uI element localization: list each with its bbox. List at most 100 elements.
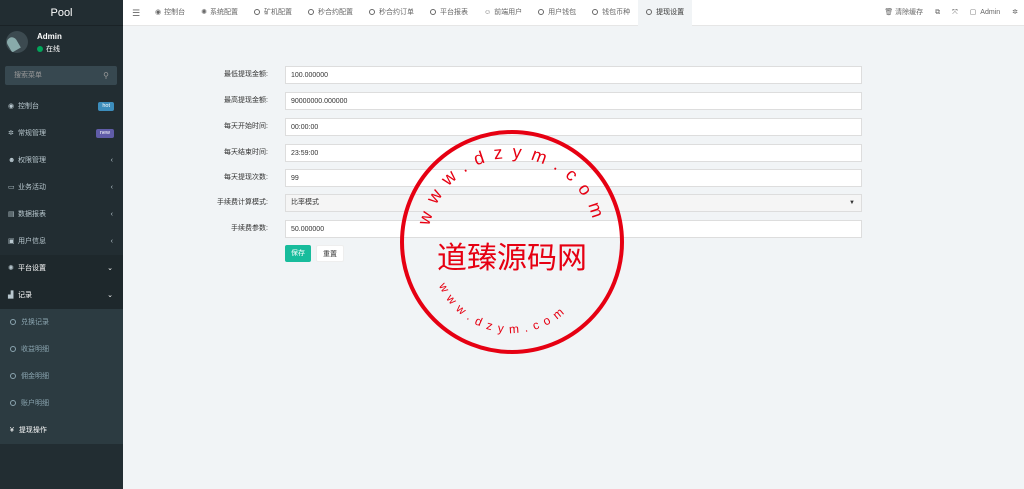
tab-system-config[interactable]: ✺ 系统配置 xyxy=(193,0,246,26)
sidebar-item-label: 记录 xyxy=(18,292,32,299)
user-circle-icon: ☺ xyxy=(483,9,492,16)
tab-wallet-coins[interactable]: 钱包币种 xyxy=(584,0,638,26)
tab-label: 钱包币种 xyxy=(602,9,631,16)
user-status-text: 在线 xyxy=(46,46,60,53)
user-panel: Admin 在线 xyxy=(0,26,123,62)
tab-label: 平台报表 xyxy=(439,9,468,16)
circle-icon xyxy=(592,9,599,15)
yen-icon: ¥ xyxy=(10,427,14,434)
tab-frontend-users[interactable]: ☺ 前端用户 xyxy=(476,0,530,26)
sidebar: Pool Admin 在线 搜索菜单 ⚲ ◉ 控制台 hot ✲ 常规管理 new ☻ 权… xyxy=(0,0,123,489)
dashboard-icon: ◉ xyxy=(8,103,15,110)
navbar-tools: 🗑 清除缓存 ⧉ ⤧ ▢ Admin ✲ xyxy=(878,0,1024,26)
sidebar-subitem-exchange[interactable]: 兑换记录 xyxy=(0,309,123,336)
sidebar-subitem-label: 提现操作 xyxy=(18,427,47,434)
search-menu-input[interactable]: 搜索菜单 ⚲ xyxy=(5,66,117,85)
sidebar-subitem-commission[interactable]: 佣金明细 xyxy=(0,363,123,390)
fee-param-label: 手续费参数: xyxy=(231,225,268,232)
search-icon[interactable]: ⚲ xyxy=(103,66,109,85)
min-amount-label: 最低提现金额: xyxy=(224,71,268,78)
end-time-input[interactable] xyxy=(285,144,862,162)
sidebar-item-label: 平台设置 xyxy=(18,265,46,272)
cogs-icon: ✲ xyxy=(1012,9,1018,16)
fullscreen-button[interactable]: ⤧ xyxy=(946,0,964,26)
circle-icon xyxy=(307,9,314,15)
fee-mode-label: 手续费计算模式: xyxy=(217,199,268,206)
menu-toggle-icon[interactable]: ☰ xyxy=(132,0,140,26)
chevron-left-icon: ‹ xyxy=(110,184,113,191)
circle-icon xyxy=(10,400,16,406)
tab-label: 系统配置 xyxy=(209,9,238,16)
circle-icon xyxy=(429,9,436,15)
sidebar-item-users[interactable]: ▣ 用户信息 ‹ xyxy=(0,228,123,255)
online-dot-icon xyxy=(37,46,43,53)
language-button[interactable]: ⧉ xyxy=(929,0,946,26)
hot-badge: hot xyxy=(98,102,114,111)
user-name: Admin xyxy=(37,32,62,41)
tab-bar: ◉ 控制台 ✺ 系统配置 矿机配置 秒合约配置 秒合约订单 平台报表 ☺ 前端用户 用… xyxy=(147,0,693,26)
tab-contract-orders[interactable]: 秒合约订单 xyxy=(361,0,422,26)
reset-button[interactable]: 重置 xyxy=(316,245,344,262)
circle-icon xyxy=(368,9,375,15)
language-icon: ⧉ xyxy=(935,9,941,16)
end-time-label: 每天结束时间: xyxy=(224,149,268,156)
sidebar-item-dashboard[interactable]: ◉ 控制台 hot xyxy=(0,93,123,120)
id-card-icon: ▭ xyxy=(8,184,15,191)
group-icon: ☻ xyxy=(8,157,16,164)
sidebar-subitem-label: 兑换记录 xyxy=(21,319,49,326)
sidebar-subitem-account[interactable]: 账户明细 xyxy=(0,390,123,417)
tab-label: 提现设置 xyxy=(656,9,685,16)
sidebar-item-label: 数据报表 xyxy=(18,211,46,218)
chevron-down-icon: ⌄ xyxy=(107,265,113,272)
sidebar-item-platform[interactable]: ✺ 平台设置 ⌄ xyxy=(0,255,123,282)
sidebar-item-business[interactable]: ▭ 业务活动 ‹ xyxy=(0,174,123,201)
clear-cache-button[interactable]: 🗑 清除缓存 xyxy=(878,0,929,26)
tab-dashboard[interactable]: ◉ 控制台 xyxy=(147,0,193,26)
trash-icon: 🗑 xyxy=(884,9,894,16)
circle-icon xyxy=(538,9,545,15)
daily-count-input[interactable] xyxy=(285,169,862,187)
tab-label: 用户钱包 xyxy=(548,9,577,16)
sidebar-item-label: 权限管理 xyxy=(18,157,46,164)
tab-label: 秒合约订单 xyxy=(378,9,414,16)
sidebar-item-reports[interactable]: ▤ 数据报表 ‹ xyxy=(0,201,123,228)
tab-withdraw-settings[interactable]: 提现设置 xyxy=(638,0,693,26)
dashboard-icon: ◉ xyxy=(155,9,162,16)
sidebar-item-label: 业务活动 xyxy=(18,184,46,191)
sidebar-item-records[interactable]: ▟ 记录 ⌄ xyxy=(0,282,123,309)
max-amount-input[interactable] xyxy=(285,92,862,110)
form-actions: 保存 重置 xyxy=(123,245,1024,263)
settings-button[interactable]: ✲ xyxy=(1006,0,1024,26)
fee-param-input[interactable] xyxy=(285,220,862,238)
chart-icon: ▟ xyxy=(8,292,14,299)
save-button[interactable]: 保存 xyxy=(285,245,311,262)
circle-icon xyxy=(10,373,16,379)
form-row-start-time: 每天开始时间: xyxy=(123,118,1024,136)
new-badge: new xyxy=(95,129,114,138)
sidebar-item-auth[interactable]: ☻ 权限管理 ‹ xyxy=(0,147,123,174)
daily-count-label: 每天提现次数: xyxy=(224,174,268,181)
sidebar-item-label: 常规管理 xyxy=(18,130,46,137)
sidebar-subitem-income[interactable]: 收益明细 xyxy=(0,336,123,363)
sidebar-subitem-label: 收益明细 xyxy=(21,346,49,353)
search-placeholder: 搜索菜单 xyxy=(14,72,42,79)
fee-mode-select[interactable]: 比率模式 ▼ xyxy=(285,194,862,212)
file-icon: ▤ xyxy=(8,211,15,218)
sidebar-subitem-withdraw[interactable]: ¥ 提现操作 xyxy=(0,417,123,444)
tab-platform-report[interactable]: 平台报表 xyxy=(422,0,476,26)
form-row-daily-count: 每天提现次数: xyxy=(123,169,1024,187)
brand-logo[interactable]: Pool xyxy=(0,0,123,26)
tab-label: 秒合约配置 xyxy=(317,9,353,16)
form-row-max-amount: 最高提现金额: xyxy=(123,92,1024,110)
tab-miner-config[interactable]: 矿机配置 xyxy=(246,0,300,26)
chevron-down-icon: ⌄ xyxy=(107,292,113,299)
sidebar-item-general[interactable]: ✲ 常规管理 new xyxy=(0,120,123,147)
admin-menu[interactable]: ▢ Admin xyxy=(964,0,1006,26)
form-row-end-time: 每天结束时间: xyxy=(123,144,1024,162)
min-amount-input[interactable] xyxy=(285,66,862,84)
tab-user-wallet[interactable]: 用户钱包 xyxy=(530,0,584,26)
start-time-input[interactable] xyxy=(285,118,862,136)
tab-label: 控制台 xyxy=(164,9,186,16)
tab-label: 矿机配置 xyxy=(263,9,292,16)
tab-contract-config[interactable]: 秒合约配置 xyxy=(300,0,361,26)
